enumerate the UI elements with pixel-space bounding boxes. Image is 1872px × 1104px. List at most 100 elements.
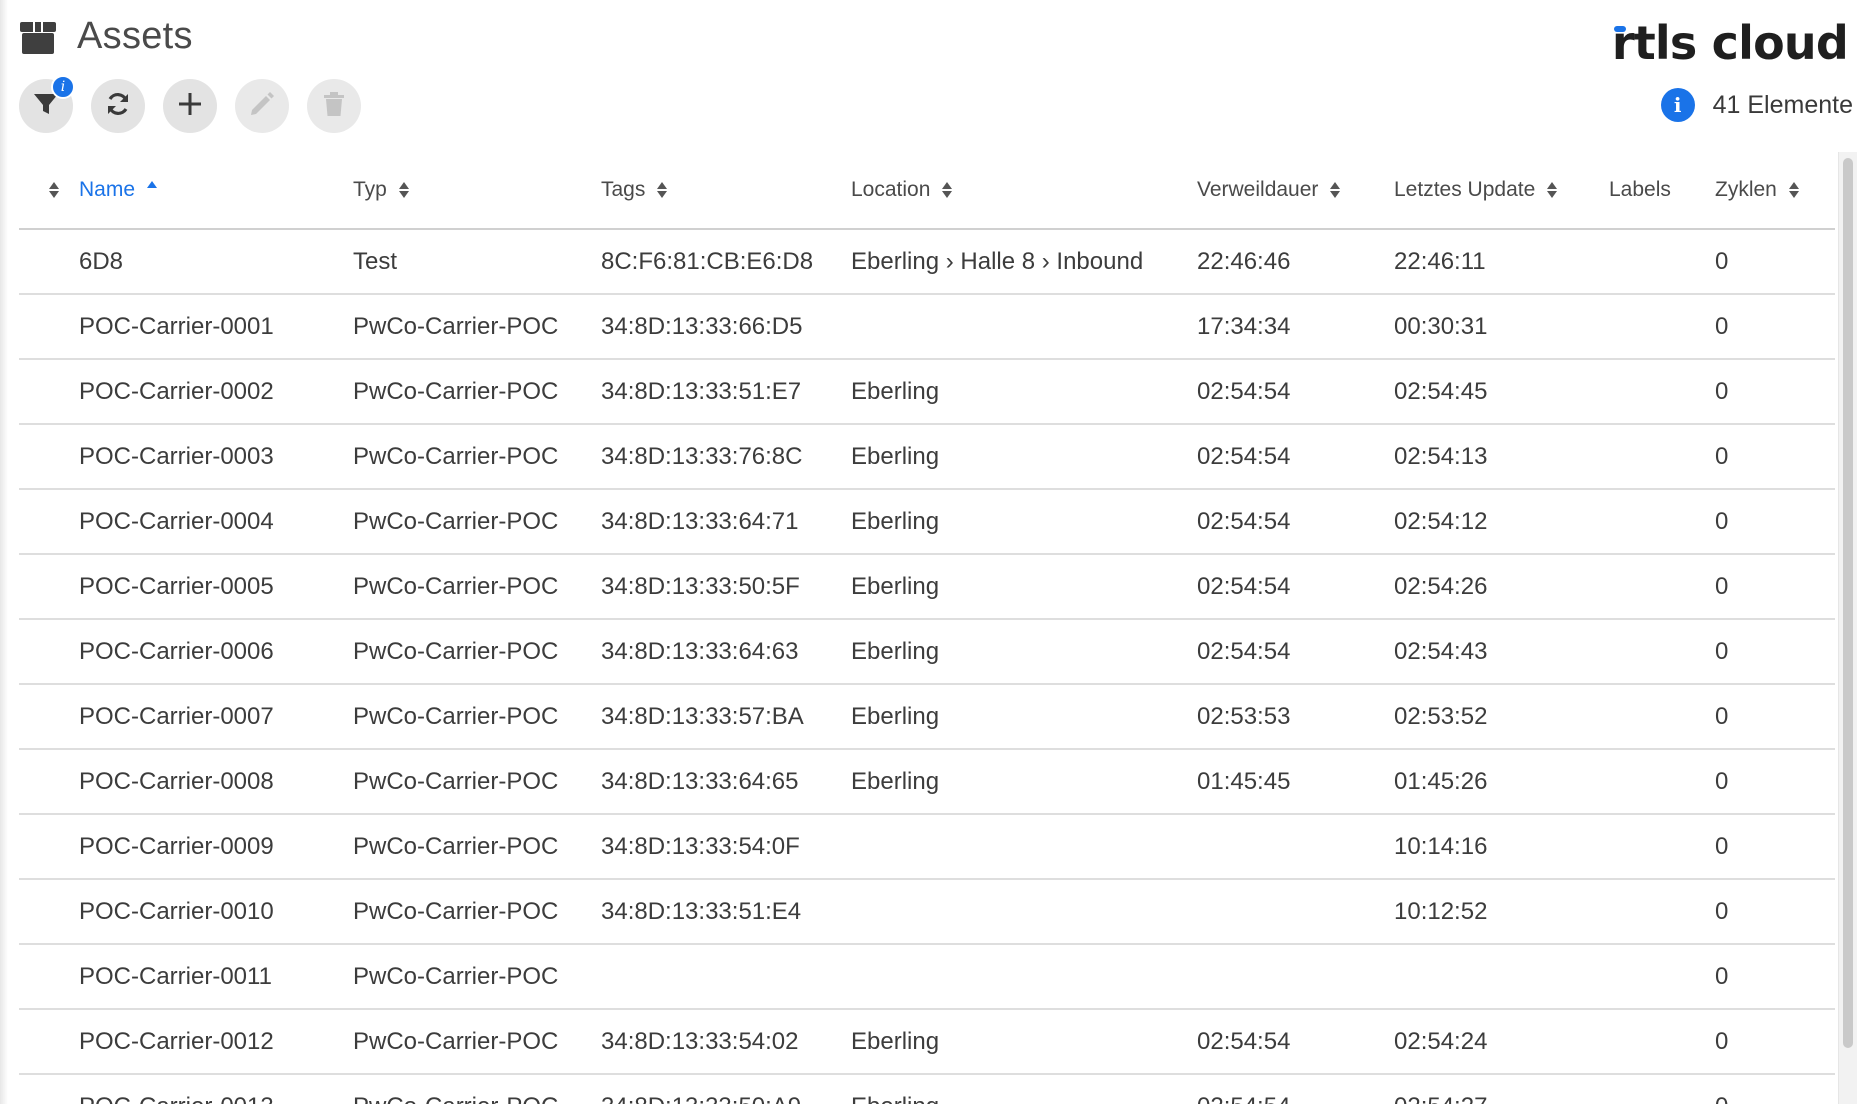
plus-icon (176, 90, 204, 123)
column-header-name[interactable]: Name (79, 152, 353, 230)
cell-location: Eberling (851, 749, 1197, 815)
cell-name: 6D8 (79, 229, 353, 295)
column-header-typ[interactable]: Typ (353, 152, 601, 230)
table-scrollbar[interactable] (1838, 152, 1857, 1104)
row-spacer (19, 749, 79, 815)
table-row[interactable]: POC-Carrier-0010 PwCo-Carrier-POC 34:8D:13… (19, 879, 1835, 945)
cell-location: Eberling › Halle 8 › Inbound (851, 229, 1197, 295)
cell-tags: 34:8D:13:33:50:5F (601, 554, 851, 620)
table-row[interactable]: POC-Carrier-0009 PwCo-Carrier-POC 34:8D:13… (19, 814, 1835, 880)
cell-tags: 34:8D:13:33:64:71 (601, 489, 851, 555)
sort-icon (1788, 181, 1799, 199)
refresh-icon (104, 90, 132, 123)
add-button[interactable] (163, 79, 217, 133)
cell-typ: PwCo-Carrier-POC (353, 554, 601, 620)
cell-typ: PwCo-Carrier-POC (353, 1009, 601, 1075)
cell-zyklen: 0 (1715, 229, 1835, 295)
cell-letztes-update: 02:54:27 (1394, 1074, 1609, 1104)
cell-typ: PwCo-Carrier-POC (353, 1074, 601, 1104)
table-row[interactable]: POC-Carrier-0008 PwCo-Carrier-POC 34:8D:13… (19, 749, 1835, 815)
table-row[interactable]: POC-Carrier-0007 PwCo-Carrier-POC 34:8D:13… (19, 684, 1835, 750)
cell-zyklen: 0 (1715, 294, 1835, 360)
cell-verweildauer: 02:54:54 (1197, 619, 1394, 685)
table-row[interactable]: POC-Carrier-0004 PwCo-Carrier-POC 34:8D:13… (19, 489, 1835, 555)
column-header-zyklen[interactable]: Zyklen (1715, 152, 1835, 230)
cell-labels (1609, 294, 1715, 360)
cell-typ: PwCo-Carrier-POC (353, 684, 601, 750)
cell-tags: 34:8D:13:33:51:E7 (601, 359, 851, 425)
column-header-location[interactable]: Location (851, 152, 1197, 230)
cell-name: POC-Carrier-0004 (79, 489, 353, 555)
cell-name: POC-Carrier-0010 (79, 879, 353, 945)
cell-name: POC-Carrier-0009 (79, 814, 353, 880)
cell-location (851, 944, 1197, 1010)
cell-typ: PwCo-Carrier-POC (353, 879, 601, 945)
cell-name: POC-Carrier-0001 (79, 294, 353, 360)
column-header-verweildauer[interactable]: Verweildauer (1197, 152, 1394, 230)
cell-name: POC-Carrier-0012 (79, 1009, 353, 1075)
cell-zyklen: 0 (1715, 554, 1835, 620)
cell-labels (1609, 359, 1715, 425)
cell-typ: Test (353, 229, 601, 295)
column-header-labels: Labels (1609, 152, 1715, 230)
cell-location: Eberling (851, 489, 1197, 555)
cell-tags: 34:8D:13:33:66:D5 (601, 294, 851, 360)
column-header-letztes-update[interactable]: Letztes Update (1394, 152, 1609, 230)
cell-letztes-update: 01:45:26 (1394, 749, 1609, 815)
cell-zyklen: 0 (1715, 944, 1835, 1010)
scrollbar-thumb[interactable] (1843, 158, 1853, 1048)
cell-tags: 34:8D:13:33:64:65 (601, 749, 851, 815)
edit-button[interactable] (235, 79, 289, 133)
cell-tags (601, 944, 851, 1010)
cell-location: Eberling (851, 359, 1197, 425)
sort-icon (398, 181, 409, 199)
column-header-label: Typ (353, 178, 387, 201)
cell-name: POC-Carrier-0008 (79, 749, 353, 815)
row-spacer (19, 1009, 79, 1075)
cell-zyklen: 0 (1715, 684, 1835, 750)
cell-typ: PwCo-Carrier-POC (353, 944, 601, 1010)
table-row[interactable]: POC-Carrier-0006 PwCo-Carrier-POC 34:8D:13… (19, 619, 1835, 685)
cell-labels (1609, 1009, 1715, 1075)
assets-table: Name Typ Tags Location Verweildauer Letz… (19, 152, 1835, 1104)
cell-typ: PwCo-Carrier-POC (353, 814, 601, 880)
cell-tags: 34:8D:13:33:54:02 (601, 1009, 851, 1075)
table-row[interactable]: 6D8 Test 8C:F6:81:CB:E6:D8 Eberling › Halle… (19, 229, 1835, 295)
table-row[interactable]: POC-Carrier-0001 PwCo-Carrier-POC 34:8D:13… (19, 294, 1835, 360)
column-header-tags[interactable]: Tags (601, 152, 851, 230)
sort-ascending-icon (147, 181, 158, 199)
table-row[interactable]: POC-Carrier-0012 PwCo-Carrier-POC 34:8D:13… (19, 1009, 1835, 1075)
cell-letztes-update (1394, 944, 1609, 1010)
trash-icon (320, 90, 348, 123)
cell-name: POC-Carrier-0005 (79, 554, 353, 620)
select-column-header[interactable] (19, 152, 79, 230)
cell-verweildauer (1197, 944, 1394, 1010)
info-icon: i (1660, 88, 1695, 122)
table-row[interactable]: POC-Carrier-0005 PwCo-Carrier-POC 34:8D:13… (19, 554, 1835, 620)
refresh-button[interactable] (91, 79, 145, 133)
logo-accent (1613, 26, 1626, 32)
filter-button[interactable]: i (19, 75, 75, 133)
table-row[interactable]: POC-Carrier-0013PwCo-Carrier-POC34:8D:13… (19, 1074, 1835, 1104)
column-header-label: Tags (601, 178, 646, 201)
row-spacer (19, 424, 79, 490)
column-header-label: Zyklen (1715, 178, 1777, 201)
cell-zyklen: 0 (1715, 424, 1835, 490)
cell-letztes-update: 02:54:12 (1394, 489, 1609, 555)
cell-labels (1609, 814, 1715, 880)
cell-tags: 34:8D:13:33:51:E4 (601, 879, 851, 945)
toolbar: i (19, 75, 361, 133)
table-row[interactable]: POC-Carrier-0003 PwCo-Carrier-POC 34:8D:13… (19, 424, 1835, 490)
row-spacer (19, 879, 79, 945)
cell-labels (1609, 424, 1715, 490)
cell-tags: 34:8D:13:33:50:A9 (601, 1074, 851, 1104)
row-spacer (19, 229, 79, 295)
table-row[interactable]: POC-Carrier-0002 PwCo-Carrier-POC 34:8D:13… (19, 359, 1835, 425)
cell-verweildauer: 02:54:54 (1197, 1009, 1394, 1075)
cell-zyklen: 0 (1715, 359, 1835, 425)
table-row[interactable]: POC-Carrier-0011 PwCo-Carrier-POC 0 (19, 944, 1835, 1010)
cell-typ: PwCo-Carrier-POC (353, 619, 601, 685)
cell-letztes-update: 02:54:24 (1394, 1009, 1609, 1075)
delete-button[interactable] (307, 79, 361, 133)
table-header-row: Name Typ Tags Location Verweildauer Letz… (19, 152, 1835, 230)
